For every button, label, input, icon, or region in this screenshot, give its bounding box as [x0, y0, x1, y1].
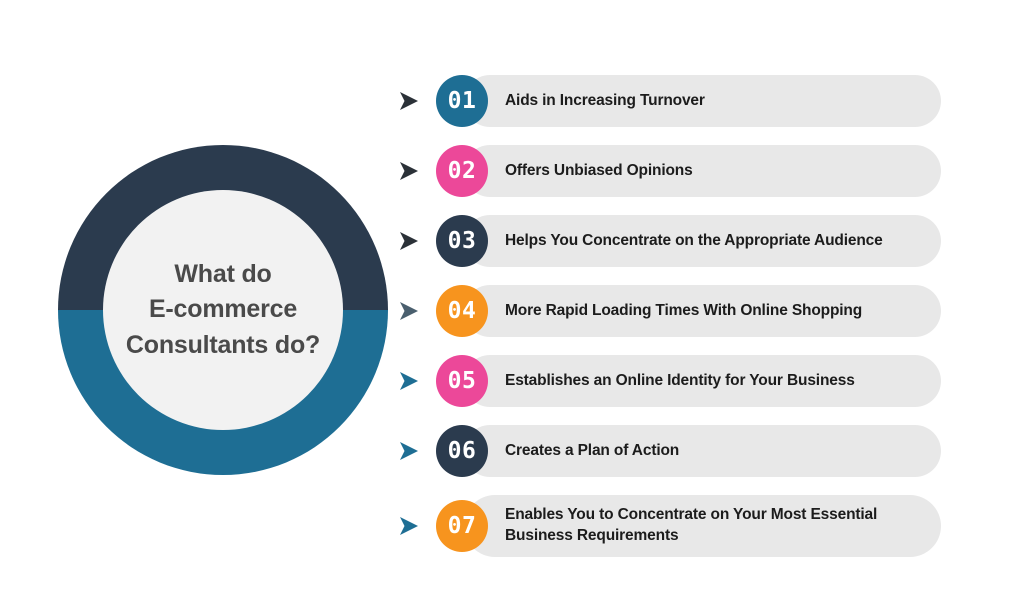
list-item-label: Aids in Increasing Turnover [505, 91, 705, 109]
donut-chart-heading: What do E-commerce Consultants do? [58, 145, 388, 475]
list-item[interactable]: Enables You to Concentrate on Your Most … [396, 486, 956, 566]
arrow-right-icon [400, 517, 418, 535]
list-item-number-badge: 02 [436, 145, 488, 197]
benefits-list: Aids in Increasing Turnover 01 Offers Unbi… [396, 66, 956, 566]
list-item-pill[interactable]: Enables You to Concentrate on Your Most … [464, 495, 941, 557]
list-item-label: Establishes an Online Identity for Your … [505, 371, 855, 389]
arrow-right-icon [400, 302, 418, 320]
page-title: What do E-commerce Consultants do? [125, 259, 321, 359]
list-item-number-badge: 05 [436, 355, 488, 407]
list-item-label: Enables You to Concentrate on Your Most … [505, 506, 878, 544]
list-item-label: Creates a Plan of Action [505, 441, 680, 459]
list-item-pill[interactable]: Aids in Increasing Turnover [464, 75, 941, 127]
list-item[interactable]: Aids in Increasing Turnover 01 [396, 66, 956, 136]
arrow-right-icon [400, 92, 418, 110]
list-item-number-badge: 06 [436, 425, 488, 477]
arrow-right-icon [400, 372, 418, 390]
list-item-pill[interactable]: Creates a Plan of Action [464, 425, 941, 477]
list-item[interactable]: Creates a Plan of Action 06 [396, 416, 956, 486]
list-item-number-badge: 03 [436, 215, 488, 267]
donut-inner-circle: What do E-commerce Consultants do? [103, 190, 343, 430]
list-item-pill[interactable]: Offers Unbiased Opinions [464, 145, 941, 197]
arrow-right-icon [400, 232, 418, 250]
list-item-number-badge: 07 [436, 500, 488, 552]
list-item[interactable]: More Rapid Loading Times With Online Sho… [396, 276, 956, 346]
arrow-right-icon [400, 162, 418, 180]
list-item-label: Helps You Concentrate on the Appropriate… [505, 231, 883, 249]
list-item-pill[interactable]: Helps You Concentrate on the Appropriate… [464, 215, 941, 267]
list-item-label: More Rapid Loading Times With Online Sho… [505, 301, 863, 319]
list-item-pill[interactable]: Establishes an Online Identity for Your … [464, 355, 941, 407]
list-item-number-badge: 04 [436, 285, 488, 337]
list-item-label: Offers Unbiased Opinions [505, 161, 693, 179]
list-item[interactable]: Offers Unbiased Opinions 02 [396, 136, 956, 206]
arrow-right-icon [400, 442, 418, 460]
list-item-pill[interactable]: More Rapid Loading Times With Online Sho… [464, 285, 941, 337]
list-item[interactable]: Helps You Concentrate on the Appropriate… [396, 206, 956, 276]
list-item[interactable]: Establishes an Online Identity for Your … [396, 346, 956, 416]
list-item-number-badge: 01 [436, 75, 488, 127]
infographic-canvas: What do E-commerce Consultants do? Aids … [0, 0, 1024, 614]
